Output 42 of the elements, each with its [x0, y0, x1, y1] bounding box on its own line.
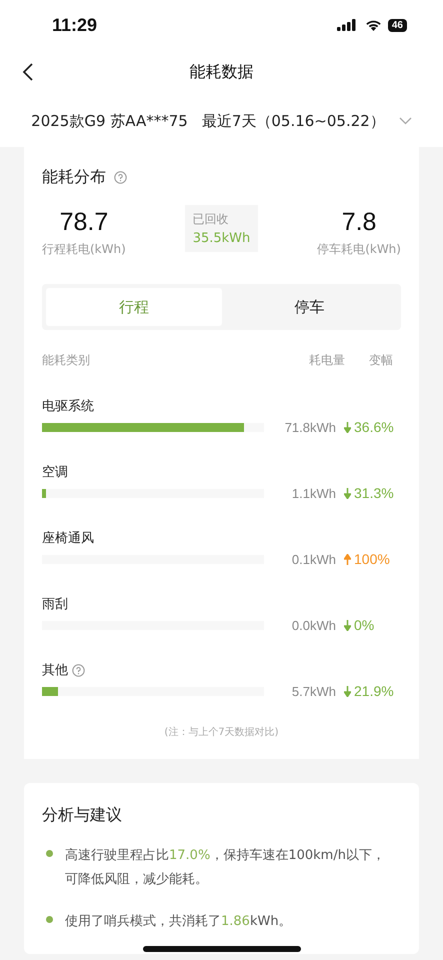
recovered-value: 35.5kWh: [192, 230, 250, 246]
vehicle-period-selector[interactable]: 2025款G9 苏AA***75 最近7天（05.16~05.22）: [0, 95, 443, 147]
back-button[interactable]: [22, 62, 34, 82]
category-name: 其他: [42, 662, 68, 679]
energy-amount: 5.7kWh: [290, 684, 336, 698]
change-percent: 36.6%: [354, 419, 394, 435]
energy-amount: 0.1kWh: [290, 552, 336, 566]
energy-amount: 1.1kWh: [290, 486, 336, 500]
category-name: 座椅通风: [42, 530, 94, 547]
status-time: 11:29: [52, 14, 98, 36]
category-name: 空调: [42, 464, 68, 481]
recovered-label: 已回收: [192, 210, 230, 228]
bullet-icon: [46, 916, 53, 923]
comparison-note: (注：与上个7天数据对比): [163, 726, 280, 739]
page-title: 能耗数据: [190, 62, 254, 83]
chevron-down-icon: [398, 117, 412, 125]
change-percent: 100%: [354, 551, 390, 567]
change-percent: 31.3%: [354, 485, 394, 501]
wifi-icon: [364, 19, 382, 31]
bullet-icon: [46, 850, 53, 857]
change-percent: 0%: [354, 617, 374, 633]
advice-text: 使用了哨兵模式，共消耗了 1.86kWh。: [65, 913, 292, 931]
help-icon[interactable]: [72, 664, 85, 676]
column-header: 能耗类别: [42, 352, 91, 369]
trip-energy-label: 行程耗电(kWh): [42, 241, 126, 258]
category-name: 电驱系统: [42, 398, 94, 415]
battery-icon: 46: [388, 18, 407, 32]
card-title: 分析与建议: [42, 805, 122, 826]
back-icon: [22, 62, 34, 82]
change-percent: 21.9%: [354, 683, 394, 699]
help-icon[interactable]: [114, 171, 127, 184]
category-name: 雨刮: [42, 596, 68, 613]
tab[interactable]: 停车: [222, 288, 397, 326]
column-header: 耗电量: [309, 352, 346, 369]
advice-text: 高速行驶里程占比17.0%，保持车速在100km/h以下，可降低风阻，减少能耗。: [65, 847, 386, 889]
parking-energy-value: 7.8: [342, 208, 376, 237]
parking-energy-label: 停车耗电(kWh): [317, 241, 401, 258]
card-title: 能耗分布: [42, 167, 106, 188]
energy-amount: 71.8kWh: [284, 420, 336, 434]
trip-energy-value: 78.7: [60, 208, 108, 237]
energy-amount: 0.0kWh: [290, 618, 336, 632]
column-header: 变幅: [369, 352, 394, 369]
